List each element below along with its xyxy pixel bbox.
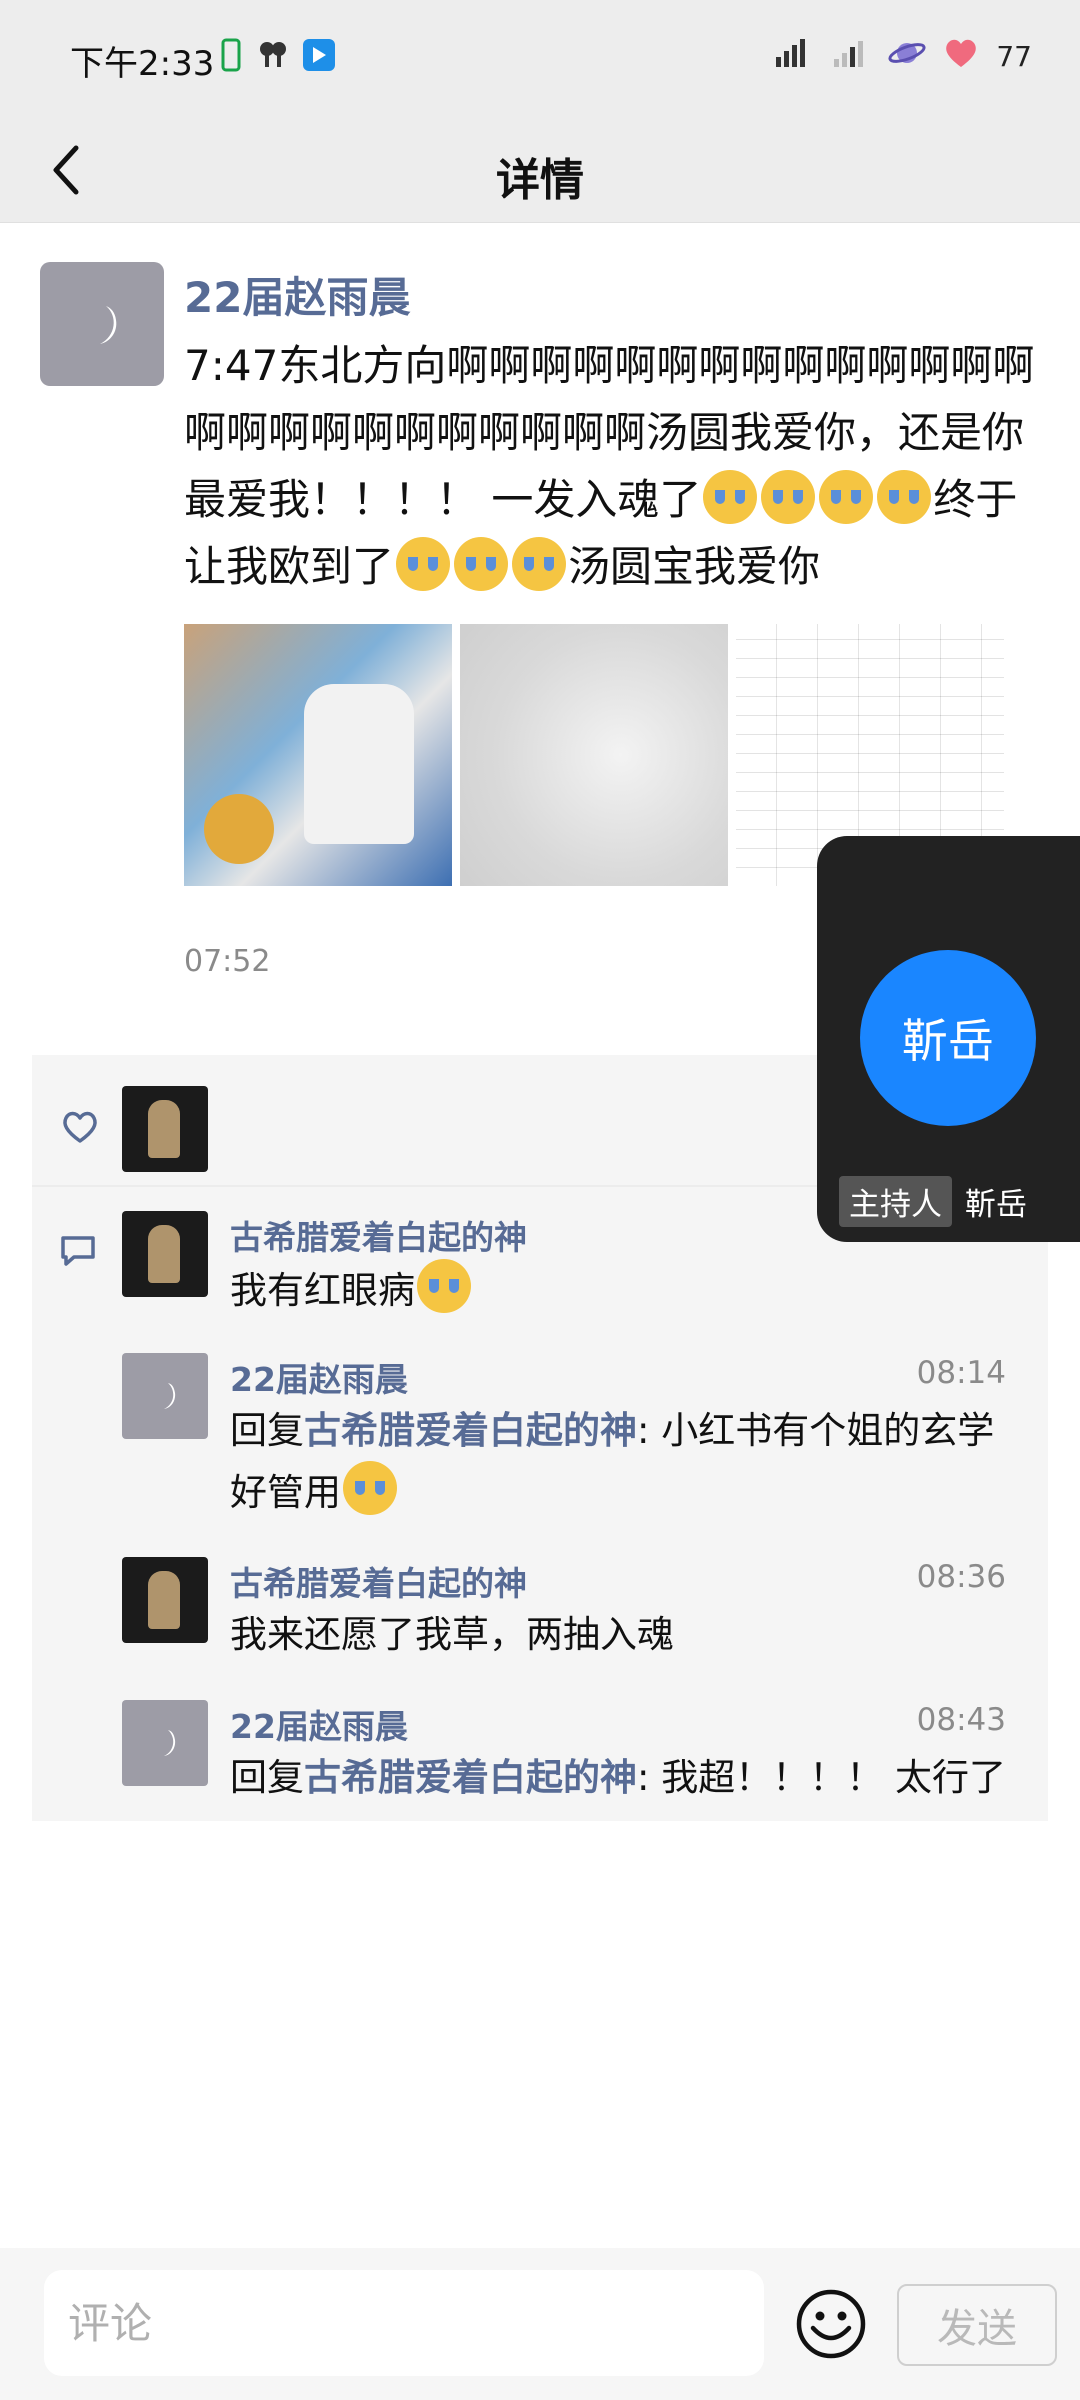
crying-emoji bbox=[877, 470, 932, 524]
host-avatar[interactable]: 靳岳 bbox=[860, 950, 1036, 1126]
smiley-icon bbox=[796, 2289, 866, 2359]
comment-time: 08:14 bbox=[916, 1355, 1006, 1391]
comment-text: 我有红眼病 bbox=[230, 1259, 1010, 1321]
commenter-name[interactable]: 22届赵雨晨 bbox=[230, 1353, 408, 1401]
post-text: 7:47东北方向啊啊啊啊啊啊啊啊啊啊啊啊啊啊啊啊啊啊啊啊啊啊啊啊啊汤圆我爱你，还… bbox=[184, 341, 1035, 591]
reply-mention[interactable]: 古希腊爱着白起的神 bbox=[304, 1756, 637, 1799]
comment-input-bar: 发送 bbox=[0, 2248, 1080, 2400]
sobbing-emoji bbox=[454, 537, 509, 591]
planet-icon bbox=[888, 36, 926, 77]
reply-mention[interactable]: 古希腊爱着白起的神 bbox=[304, 1409, 637, 1452]
commenter-avatar[interactable] bbox=[122, 1353, 208, 1439]
comment-time: 08:36 bbox=[916, 1559, 1006, 1595]
crying-emoji bbox=[703, 470, 758, 524]
app-notification-icon bbox=[302, 38, 336, 76]
moon-icon bbox=[164, 1383, 176, 1409]
send-button[interactable]: 发送 bbox=[897, 2284, 1057, 2366]
floating-host-card[interactable]: 靳岳 主持人 靳岳 bbox=[817, 836, 1080, 1242]
signal-icon bbox=[774, 37, 816, 76]
post-timestamp: 07:52 bbox=[184, 944, 271, 979]
comment-text: 回复古希腊爱着白起的神: 我超！！！！ 太行了 bbox=[230, 1756, 1006, 1799]
comment-icon bbox=[61, 1236, 95, 1266]
status-bar: 下午2:33 77 bbox=[0, 0, 1080, 118]
heart-battery-icon bbox=[942, 36, 980, 77]
sobbing-emoji bbox=[417, 1259, 471, 1313]
page-title: 详情 bbox=[496, 155, 584, 206]
status-time: 下午2:33 bbox=[70, 44, 215, 84]
vibrate-icon bbox=[218, 38, 244, 76]
navigation-bar: 详情 bbox=[0, 118, 1080, 223]
heart-icon bbox=[63, 1111, 97, 1143]
comment-item[interactable]: 22届赵雨晨 08:14 回复古希腊爱着白起的神: 小红书有个姐的玄学好管用 bbox=[122, 1353, 1032, 1543]
commenter-avatar[interactable] bbox=[122, 1211, 208, 1297]
liker-avatar[interactable] bbox=[122, 1086, 208, 1172]
host-role-badge: 主持人 bbox=[839, 1176, 952, 1227]
post-image-1[interactable] bbox=[184, 624, 452, 886]
commenter-avatar[interactable] bbox=[122, 1557, 208, 1643]
sobbing-emoji bbox=[512, 537, 567, 591]
emoji-button[interactable] bbox=[795, 2288, 867, 2360]
crying-emoji bbox=[343, 1461, 397, 1515]
signal-2-icon bbox=[832, 37, 872, 76]
earbuds-icon bbox=[258, 39, 288, 75]
crying-emoji bbox=[819, 470, 874, 524]
battery-level: 77 bbox=[996, 40, 1032, 73]
comment-input[interactable] bbox=[44, 2270, 764, 2376]
moon-icon bbox=[164, 1730, 176, 1756]
commenter-avatar[interactable] bbox=[122, 1700, 208, 1786]
moon-icon bbox=[100, 306, 117, 344]
comment-time: 08:43 bbox=[916, 1702, 1006, 1738]
crying-emoji bbox=[761, 470, 816, 524]
host-name: 靳岳 bbox=[965, 1187, 1027, 1223]
author-avatar[interactable] bbox=[40, 262, 164, 386]
comment-text: 回复古希腊爱着白起的神: 小红书有个姐的玄学好管用 bbox=[230, 1409, 995, 1515]
post-image-2[interactable] bbox=[460, 624, 728, 886]
comment-item[interactable]: 22届赵雨晨 08:43 回复古希腊爱着白起的神: 我超！！！！ 太行了 bbox=[122, 1700, 1032, 1810]
commenter-name[interactable]: 古希腊爱着白起的神 bbox=[230, 1211, 527, 1259]
post-author-name[interactable]: 22届赵雨晨 bbox=[184, 264, 410, 325]
commenter-name[interactable]: 古希腊爱着白起的神 bbox=[230, 1557, 527, 1605]
comment-item[interactable]: 古希腊爱着白起的神 08:36 我来还愿了我草，两抽入魂 bbox=[122, 1557, 1032, 1667]
commenter-name[interactable]: 22届赵雨晨 bbox=[230, 1700, 408, 1748]
comment-text: 我来还愿了我草，两抽入魂 bbox=[230, 1613, 674, 1656]
sobbing-emoji bbox=[396, 537, 451, 591]
